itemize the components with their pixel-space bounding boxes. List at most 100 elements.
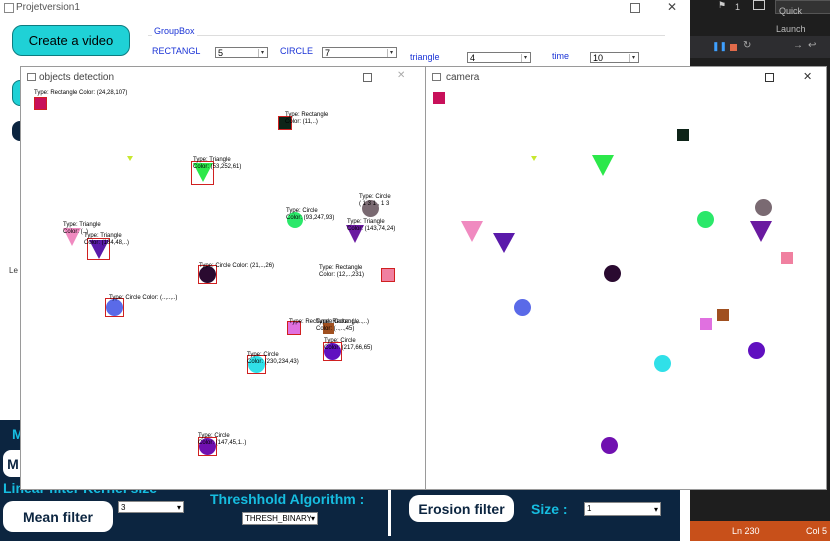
circle-spinbox[interactable]: 7 ▾	[322, 47, 397, 58]
object-color: Color: (..,..,..)	[142, 295, 178, 301]
spin-arrow-icon[interactable]: ▾	[387, 49, 395, 57]
triangle-shape	[531, 156, 537, 161]
restart-icon[interactable]: ↻	[743, 40, 751, 51]
spin-arrow-icon[interactable]: ▾	[629, 54, 637, 62]
circle-shape	[697, 211, 714, 228]
object-label: Type: Triangle Color: (143,74,24)	[347, 219, 395, 233]
notification-count: 1	[735, 2, 741, 12]
spin-arrow-icon[interactable]: ▾	[521, 54, 529, 62]
triangle-value: 4	[470, 53, 476, 63]
object-label: Type: Rectangle Color: (12,..,231)	[319, 265, 364, 279]
triangle-spinbox[interactable]: 4 ▾	[467, 52, 531, 63]
detection-box	[381, 268, 395, 282]
size-combo[interactable]: 1 ▾	[584, 502, 661, 516]
status-line: Ln 230	[732, 526, 760, 536]
app-icon	[4, 3, 14, 13]
object-type: Type: Circle	[198, 433, 230, 439]
ide-status-bar: Ln 230 Col 5	[690, 521, 830, 541]
step-over-icon[interactable]: →	[793, 40, 803, 51]
circle-shape	[654, 355, 671, 372]
detected-triangle	[127, 156, 133, 161]
close-icon[interactable]: ✕	[667, 0, 677, 14]
threshold-value: THRESH_BINARY	[245, 514, 312, 523]
object-label: Type: Circle( 1 3 1 , 1 3	[359, 194, 391, 208]
object-type: Type: Circle	[109, 295, 141, 301]
quick-launch-box[interactable]: Quick Launch	[775, 0, 830, 34]
object-color: Color: (..,..,45)	[316, 326, 355, 332]
dropdown-arrow-icon[interactable]: ▾	[310, 513, 315, 524]
time-spinbox[interactable]: 10 ▾	[590, 52, 639, 63]
maximize-icon[interactable]	[630, 3, 640, 13]
kernel-size-combo[interactable]: 3 ▾	[118, 501, 184, 513]
object-label: Type: Circle Color: (..,..,..)	[109, 295, 177, 302]
bell-icon[interactable]: ⚑	[718, 0, 726, 11]
object-color: Color: (147,45,1..)	[198, 440, 247, 446]
status-column: Col 5	[806, 526, 828, 536]
close-icon[interactable]: ✕	[803, 70, 812, 83]
rectangle-shape	[781, 252, 793, 264]
create-video-button[interactable]: Create a video	[12, 25, 130, 56]
rectangle-shape	[677, 129, 689, 141]
object-color: Color: (184,48,..)	[84, 240, 130, 246]
object-color: Color: (12,..,231)	[319, 272, 365, 278]
object-color: Color: (24,28,107)	[79, 90, 128, 96]
circle-shape	[514, 299, 531, 316]
object-label: Type: Circle Color: (93,247,93)	[286, 208, 334, 222]
object-type: Type: Rectangle	[319, 265, 363, 271]
chat-icon[interactable]	[753, 0, 765, 10]
object-color: Color: (143,74,24)	[347, 226, 396, 232]
partial-left-label: Le	[9, 266, 18, 275]
object-label: Type: Circle Color: (230,234,43)	[247, 352, 299, 366]
object-type: Type: Rectangle	[34, 90, 78, 96]
triangle-shape	[493, 233, 515, 253]
rectangle-spinbox[interactable]: 5 ▾	[215, 47, 268, 58]
object-color: Color: (53,252,61)	[193, 164, 242, 170]
object-color: ( 1 3 1 , 1 3	[359, 201, 390, 207]
circle-shape	[755, 199, 772, 216]
pause-icon[interactable]: ❚❚	[712, 41, 727, 52]
rectangle-shape	[433, 92, 445, 104]
object-color: Color: (21,..,26)	[232, 263, 275, 269]
dropdown-arrow-icon[interactable]: ▾	[654, 504, 658, 515]
object-label: Type: Rectangle Color: (..,..,45)	[316, 319, 359, 333]
camera-window-title: camera	[446, 72, 480, 83]
window-icon	[432, 73, 441, 81]
rectangle-value: 5	[218, 48, 224, 58]
objects-window-title: objects detection	[39, 72, 115, 83]
triangle-shape	[592, 155, 614, 176]
circle-label: CIRCLE	[280, 46, 314, 56]
maximize-icon[interactable]	[765, 73, 774, 82]
close-icon[interactable]: ✕	[397, 70, 405, 81]
stop-icon[interactable]	[730, 44, 737, 51]
rectangle-shape	[700, 318, 712, 330]
spin-arrow-icon[interactable]: ▾	[258, 49, 266, 57]
time-value: 10	[593, 53, 604, 63]
object-type: Type: Triangle	[63, 222, 101, 228]
step-into-icon[interactable]: ↩	[808, 40, 816, 51]
object-label: Type: Circle Color: (147,45,1..)	[198, 433, 246, 447]
mean-filter-button[interactable]: Mean filter	[3, 501, 113, 532]
object-color: Color: (217,66,65)	[324, 345, 373, 351]
object-type: Type: Triangle	[84, 233, 122, 239]
object-label: Type: Triangle Color: (184,48,..)	[84, 233, 129, 247]
object-label: Type: Rectangle Color: (24,28,107)	[34, 90, 127, 97]
object-type: Type: Triangle	[193, 157, 231, 163]
window-icon	[27, 73, 36, 81]
erosion-filter-button[interactable]: Erosion filter	[409, 495, 514, 522]
object-type: Type: Circle	[359, 194, 391, 200]
object-label: Type: Rectangle Color: (11,..)	[285, 112, 328, 126]
objects-detection-window[interactable]: objects detection ✕ Type: Rectangle Colo…	[20, 66, 426, 490]
maximize-icon[interactable]	[363, 73, 372, 82]
triangle-shape	[750, 221, 772, 242]
object-color: Color: (93,247,93)	[286, 215, 335, 221]
object-type: Type: Triangle	[347, 219, 385, 225]
kernel-size-value: 3	[121, 503, 126, 512]
camera-window[interactable]: camera ✕	[425, 66, 827, 490]
dropdown-arrow-icon[interactable]: ▾	[177, 502, 181, 513]
object-type: Type: Circle	[286, 208, 318, 214]
object-color: Color: (11,..)	[285, 119, 318, 125]
object-type: Type: Circle	[247, 352, 279, 358]
threshold-combo[interactable]: THRESH_BINARY ▾	[242, 512, 318, 525]
size-label: Size :	[531, 501, 568, 517]
object-label: Type: Circle Color: (217,66,65)	[324, 338, 372, 352]
